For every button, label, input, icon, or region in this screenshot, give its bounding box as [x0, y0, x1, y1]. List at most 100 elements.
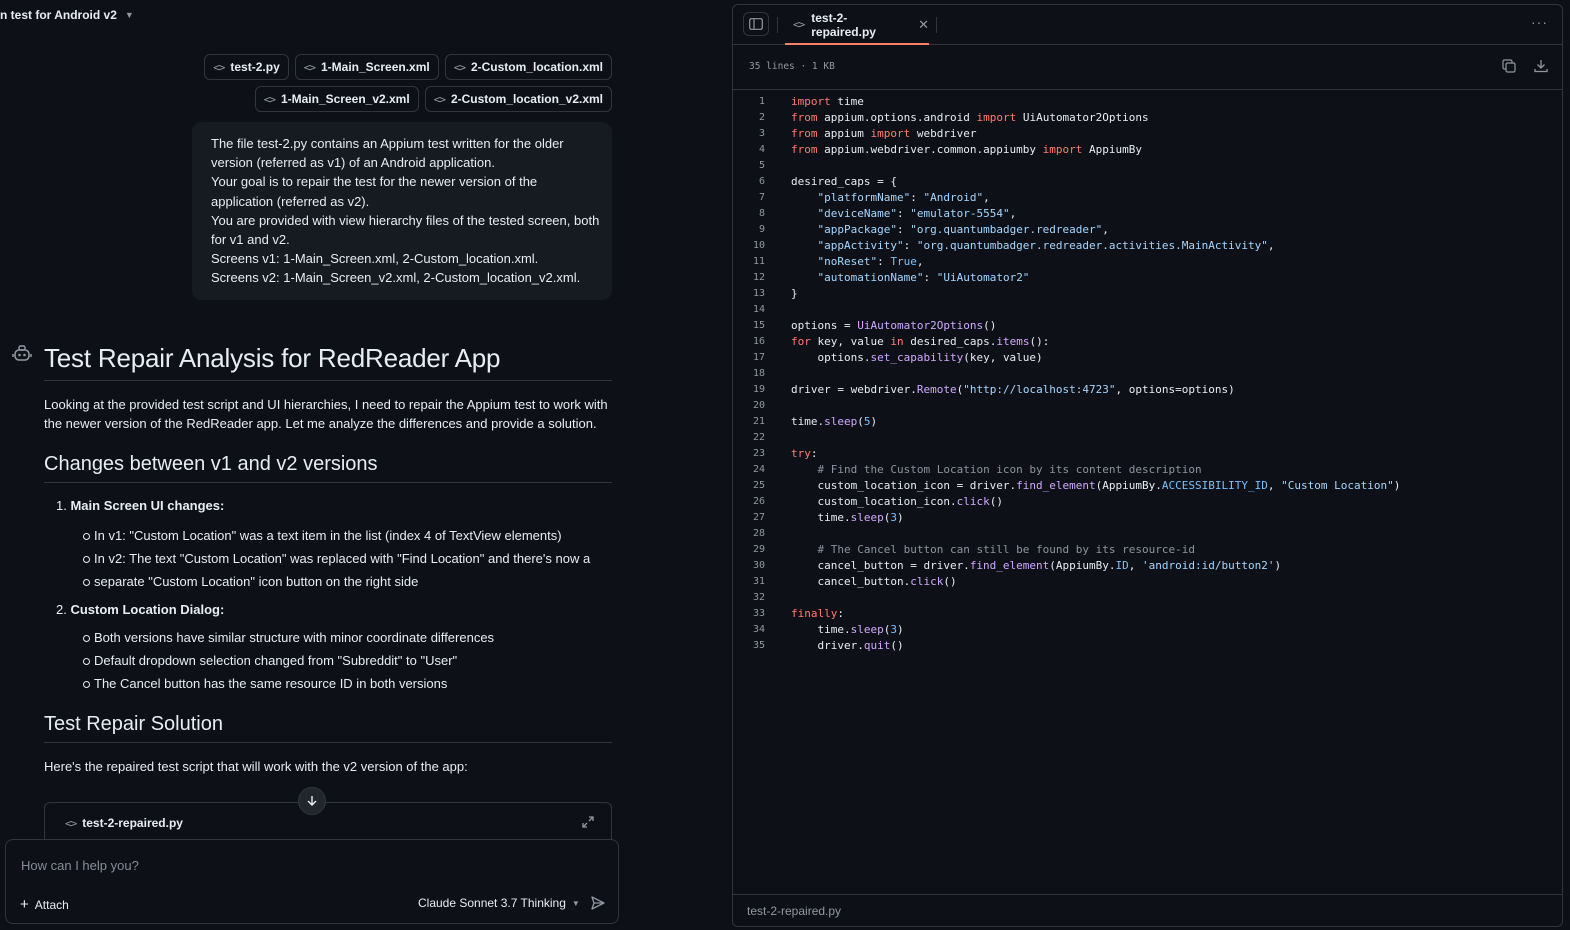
more-options-icon[interactable]: ···	[1531, 14, 1548, 30]
line-number: 17	[752, 352, 765, 363]
code-text: "noReset": True,	[817, 255, 924, 268]
attachment-chip[interactable]: <> test-2.py	[204, 54, 289, 80]
message-line: You are provided with view hierarchy fil…	[211, 212, 600, 228]
code-text: "deviceName": "emulator-5554",	[817, 207, 1017, 220]
code-line: 11 "noReset": True,	[733, 254, 1562, 270]
message-line: The file test-2.py contains an Appium te…	[211, 136, 564, 151]
solution-heading: Test Repair Solution	[44, 713, 612, 743]
code-text: "appActivity": "org.quantumbadger.redrea…	[817, 239, 1275, 252]
code-text: driver = webdriver.Remote("http://localh…	[791, 383, 1235, 396]
attachment-chip[interactable]: <> 2-Custom_location.xml	[444, 54, 612, 80]
line-number: 25	[752, 480, 765, 491]
code-line: 12 "automationName": "UiAutomator2"	[733, 270, 1562, 286]
line-number: 20	[752, 400, 765, 411]
artifact-name: test-2-repaired.py	[82, 816, 183, 830]
copy-icon[interactable]	[1502, 59, 1516, 73]
code-text: from appium.webdriver.common.appiumby im…	[791, 143, 1143, 156]
model-selector[interactable]: Claude Sonnet 3.7 Thinking ▼	[418, 896, 580, 910]
code-text: for key, value in desired_caps.items():	[791, 335, 1050, 348]
arrow-down-icon	[307, 796, 317, 806]
list-number: 1.	[56, 498, 67, 513]
line-number: 7	[758, 192, 765, 203]
code-line: 31 cancel_button.click()	[733, 574, 1562, 590]
code-line: 13}	[733, 286, 1562, 302]
attachment-chip[interactable]: <> 2-Custom_location_v2.xml	[424, 86, 612, 112]
list-item: 1. Main Screen UI changes:	[44, 498, 612, 513]
plus-icon: +	[20, 896, 29, 913]
code-text: "appPackage": "org.quantumbadger.redread…	[817, 223, 1109, 236]
line-number: 9	[758, 224, 765, 235]
attach-label: Attach	[34, 897, 69, 912]
line-number: 8	[758, 208, 765, 219]
code-text: from appium import webdriver	[791, 127, 977, 140]
line-number: 3	[758, 128, 765, 139]
code-text: time.sleep(3)	[791, 511, 904, 524]
code-text: from appium.options.android import UiAut…	[791, 111, 1149, 124]
divider	[936, 17, 937, 33]
tab-test-2-repaired[interactable]: <> test-2-repaired.py ✕	[785, 5, 929, 45]
code-view: 1 import time 2 from appium.options.android…	[733, 94, 1562, 654]
code-line: 10 "appActivity": "org.quantumbadger.red…	[733, 238, 1562, 254]
code-line: 28	[733, 526, 1562, 542]
code-line: 35 driver.quit()	[733, 638, 1562, 654]
sidebar-toggle-button[interactable]	[743, 12, 769, 36]
code-line: 9 "appPackage": "org.quantumbadger.redre…	[733, 222, 1562, 238]
attachment-name: 2-Custom_location_v2.xml	[450, 92, 603, 106]
footer-filename: test-2-repaired.py	[747, 904, 842, 918]
line-number: 16	[752, 336, 765, 347]
line-number: 5	[758, 160, 765, 171]
code-line: 2 from appium.options.android import UiAu…	[733, 110, 1562, 126]
code-text: cancel_button.click()	[791, 575, 957, 588]
line-number: 18	[752, 368, 765, 379]
message-line: Screens v2: 1-Main_Screen_v2.xml, 2-Cust…	[211, 270, 581, 286]
code-text: time.sleep(5)	[791, 415, 878, 428]
download-icon[interactable]	[1534, 59, 1548, 73]
code-line: 26 custom_location_icon.click()	[733, 494, 1562, 510]
code-text: options = UiAutomator2Options()	[791, 319, 997, 332]
line-number: 35	[752, 640, 765, 651]
code-icon: <>	[65, 816, 77, 830]
file-info-bar: 35 lines · 1 KB	[733, 45, 1562, 90]
file-meta: 35 lines · 1 KB	[749, 61, 835, 72]
attachment-chip[interactable]: <> 1-Main_Screen_v2.xml	[254, 86, 419, 112]
attachment-name: 1-Main_Screen_v2.xml	[280, 92, 410, 106]
code-line: 15 options = UiAutomator2Options()	[733, 318, 1562, 334]
code-line: 25 custom_location_icon = driver.find_el…	[733, 478, 1562, 494]
expand-icon[interactable]	[581, 815, 595, 829]
bullet-item: In v1: "Custom Location" was a text item…	[44, 524, 612, 547]
close-icon[interactable]: ✕	[918, 17, 929, 33]
chat-pane: n test for Android v2 ▼ <> test-2.py <> 1-…	[0, 0, 730, 930]
conversation-title[interactable]: n test for Android v2 ▼	[0, 8, 134, 22]
line-number: 32	[752, 592, 765, 603]
line-number: 1	[758, 96, 765, 107]
scroll-down-button[interactable]	[298, 787, 326, 815]
answer-intro: Looking at the provided test script and …	[44, 397, 608, 431]
message-input[interactable]	[19, 853, 583, 877]
code-text: try:	[791, 447, 818, 460]
message-line: application (referred as v2).	[211, 193, 370, 209]
answer-title: Test Repair Analysis for RedReader App	[44, 343, 612, 381]
code-icon: <>	[433, 92, 446, 106]
line-number: 11	[752, 256, 765, 267]
code-text: cancel_button = driver.find_element(Appi…	[791, 559, 1282, 572]
code-text: "automationName": "UiAutomator2"	[817, 271, 1030, 284]
line-number: 28	[752, 528, 765, 539]
code-icon: <>	[213, 60, 225, 74]
code-line: 22	[733, 430, 1562, 446]
list-item: 2. Custom Location Dialog:	[44, 602, 612, 617]
bullet-item: The Cancel button has the same resource …	[44, 672, 612, 695]
attachment-row-2: <> 1-Main_Screen_v2.xml <> 2-Custom_locati…	[254, 86, 612, 112]
code-line: 1 import time	[733, 94, 1562, 110]
send-icon[interactable]	[590, 895, 606, 911]
code-line: 24 # Find the Custom Location icon by it…	[733, 462, 1562, 478]
attach-button[interactable]: + Attach	[20, 896, 69, 913]
code-text: options.set_capability(key, value)	[791, 351, 1043, 364]
code-text: desired_caps = {	[791, 175, 897, 188]
code-line: 19 driver = webdriver.Remote("http://loca…	[733, 382, 1562, 398]
line-number: 14	[752, 304, 765, 315]
message-line: Your goal is to repair the test for the …	[211, 174, 538, 190]
attachment-chip[interactable]: <> 1-Main_Screen.xml	[294, 54, 439, 80]
code-line: 20	[733, 398, 1562, 414]
line-number: 30	[752, 560, 765, 571]
attachment-name: 1-Main_Screen.xml	[321, 60, 430, 74]
